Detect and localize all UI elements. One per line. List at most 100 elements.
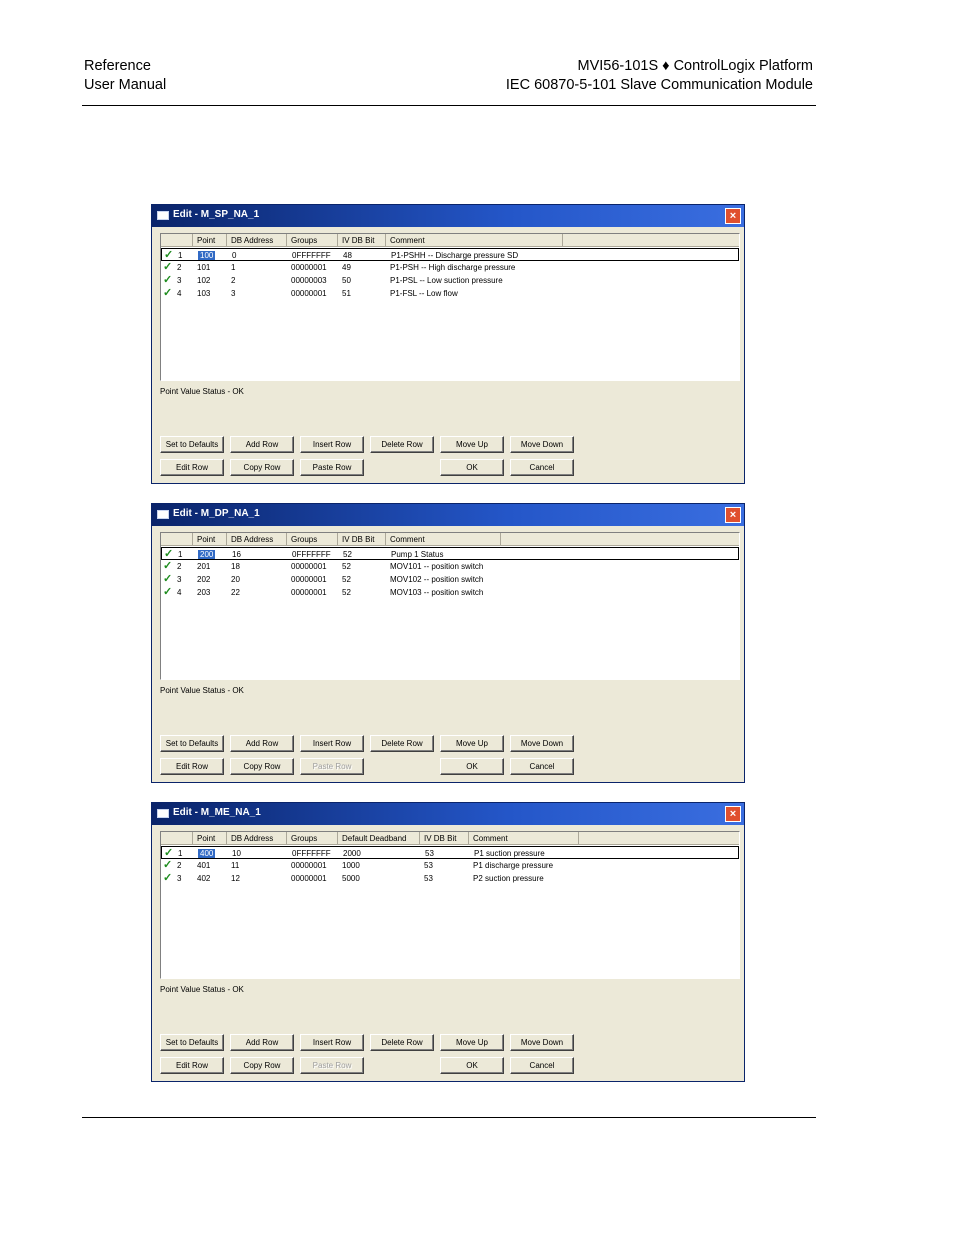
paste-row-button[interactable]: Paste Row: [300, 1057, 364, 1074]
cell-db-address: 1: [231, 263, 236, 272]
move-down-button[interactable]: Move Down: [510, 735, 574, 752]
column-header-point[interactable]: Point: [193, 832, 227, 845]
title-bar[interactable]: Edit - M_DP_NA_1 ×: [152, 504, 744, 526]
add-row-button[interactable]: Add Row: [230, 1034, 294, 1051]
table-row[interactable]: ✓ 1 100 0 0FFFFFFF 48 P1-PSHH -- Dischar…: [161, 248, 739, 261]
edit-dialog-m-dp-na-1: Edit - M_DP_NA_1 × Point DB Address Grou…: [151, 503, 745, 783]
delete-row-button[interactable]: Delete Row: [370, 735, 434, 752]
cell-point: 202: [197, 575, 211, 584]
title-bar[interactable]: Edit - M_SP_NA_1 ×: [152, 205, 744, 227]
cell-point: 203: [197, 588, 211, 597]
column-header-iv-db-bit[interactable]: IV DB Bit: [338, 533, 386, 546]
ok-button[interactable]: OK: [440, 1057, 504, 1074]
column-header-comment[interactable]: Comment: [386, 234, 563, 247]
header-module: IEC 60870-5-101 Slave Communication Modu…: [505, 77, 813, 93]
table-row[interactable]: ✓ 3 102 2 00000003 50 P1-PSL -- Low suct…: [161, 274, 739, 287]
cell-default-deadband: 5000: [342, 874, 360, 883]
points-list[interactable]: Point DB Address Groups IV DB Bit Commen…: [160, 233, 740, 381]
table-row[interactable]: ✓ 2 201 18 00000001 52 MOV101 -- positio…: [161, 560, 739, 573]
copy-row-button[interactable]: Copy Row: [230, 1057, 294, 1074]
close-icon[interactable]: ×: [725, 208, 741, 224]
column-header-comment[interactable]: Comment: [386, 533, 501, 546]
cell-db-address: 18: [231, 562, 240, 571]
add-row-button[interactable]: Add Row: [230, 735, 294, 752]
points-list[interactable]: Point DB Address Groups IV DB Bit Commen…: [160, 532, 740, 680]
row-number: 4: [177, 588, 182, 597]
table-row[interactable]: ✓ 1 400 10 0FFFFFFF 2000 53 P1 suction p…: [161, 846, 739, 859]
window-icon: [157, 211, 169, 220]
cell-db-address: 3: [231, 289, 236, 298]
cancel-button[interactable]: Cancel: [510, 758, 574, 775]
table-row[interactable]: ✓ 4 103 3 00000001 51 P1-FSL -- Low flow: [161, 287, 739, 300]
add-row-button[interactable]: Add Row: [230, 436, 294, 453]
point-value-status: Point Value Status - OK: [160, 985, 244, 994]
paste-row-button[interactable]: Paste Row: [300, 459, 364, 476]
column-header-filler: [579, 832, 739, 845]
column-header-row[interactable]: [161, 234, 193, 247]
move-up-button[interactable]: Move Up: [440, 735, 504, 752]
copy-row-button[interactable]: Copy Row: [230, 459, 294, 476]
checkmark-icon: ✓: [163, 573, 173, 585]
cancel-button[interactable]: Cancel: [510, 459, 574, 476]
column-header-db-address[interactable]: DB Address: [227, 832, 287, 845]
checkmark-icon: ✓: [163, 560, 173, 572]
move-up-button[interactable]: Move Up: [440, 1034, 504, 1051]
title-bar[interactable]: Edit - M_ME_NA_1 ×: [152, 803, 744, 825]
points-list[interactable]: Point DB Address Groups Default Deadband…: [160, 831, 740, 979]
column-header-groups[interactable]: Groups: [287, 234, 338, 247]
cell-point: 101: [197, 263, 211, 272]
edit-row-button[interactable]: Edit Row: [160, 758, 224, 775]
cell-comment: MOV103 -- position switch: [390, 588, 484, 597]
close-icon[interactable]: ×: [725, 507, 741, 523]
ok-button[interactable]: OK: [440, 758, 504, 775]
column-header-groups[interactable]: Groups: [287, 533, 338, 546]
column-header-db-address[interactable]: DB Address: [227, 533, 287, 546]
checkmark-icon: ✓: [163, 287, 173, 299]
column-header-iv-db-bit[interactable]: IV DB Bit: [420, 832, 469, 845]
cell-point: 103: [197, 289, 211, 298]
edit-row-button[interactable]: Edit Row: [160, 459, 224, 476]
row-number: 3: [177, 874, 182, 883]
column-header-db-address[interactable]: DB Address: [227, 234, 287, 247]
insert-row-button[interactable]: Insert Row: [300, 436, 364, 453]
insert-row-button[interactable]: Insert Row: [300, 735, 364, 752]
checkmark-icon: ✓: [163, 274, 173, 286]
column-header-point[interactable]: Point: [193, 234, 227, 247]
cell-db-address: 12: [231, 874, 240, 883]
set-to-defaults-button[interactable]: Set to Defaults: [160, 436, 224, 453]
column-header-iv-db-bit[interactable]: IV DB Bit: [338, 234, 386, 247]
move-down-button[interactable]: Move Down: [510, 1034, 574, 1051]
column-header-point[interactable]: Point: [193, 533, 227, 546]
move-up-button[interactable]: Move Up: [440, 436, 504, 453]
table-row[interactable]: ✓ 3 402 12 00000001 5000 53 P2 suction p…: [161, 872, 739, 885]
move-down-button[interactable]: Move Down: [510, 436, 574, 453]
column-header-groups[interactable]: Groups: [287, 832, 338, 845]
point-value-status: Point Value Status - OK: [160, 387, 244, 396]
header-rule: [82, 105, 816, 106]
column-header-default-deadband[interactable]: Default Deadband: [338, 832, 420, 845]
column-header-comment[interactable]: Comment: [469, 832, 579, 845]
insert-row-button[interactable]: Insert Row: [300, 1034, 364, 1051]
table-row[interactable]: ✓ 1 200 16 0FFFFFFF 52 Pump 1 Status: [161, 547, 739, 560]
set-to-defaults-button[interactable]: Set to Defaults: [160, 1034, 224, 1051]
delete-row-button[interactable]: Delete Row: [370, 436, 434, 453]
cancel-button[interactable]: Cancel: [510, 1057, 574, 1074]
column-header-row[interactable]: [161, 832, 193, 845]
edit-dialog-m-me-na-1: Edit - M_ME_NA_1 × Point DB Address Grou…: [151, 802, 745, 1082]
table-row[interactable]: ✓ 3 202 20 00000001 52 MOV102 -- positio…: [161, 573, 739, 586]
cell-groups: 00000001: [291, 575, 327, 584]
checkmark-icon: ✓: [163, 586, 173, 598]
table-row[interactable]: ✓ 2 101 1 00000001 49 P1-PSH -- High dis…: [161, 261, 739, 274]
ok-button[interactable]: OK: [440, 459, 504, 476]
cell-db-address: 22: [231, 588, 240, 597]
copy-row-button[interactable]: Copy Row: [230, 758, 294, 775]
close-icon[interactable]: ×: [725, 806, 741, 822]
dialog-title: Edit - M_ME_NA_1: [173, 807, 261, 818]
table-row[interactable]: ✓ 2 401 11 00000001 1000 53 P1 discharge…: [161, 859, 739, 872]
set-to-defaults-button[interactable]: Set to Defaults: [160, 735, 224, 752]
edit-row-button[interactable]: Edit Row: [160, 1057, 224, 1074]
paste-row-button[interactable]: Paste Row: [300, 758, 364, 775]
delete-row-button[interactable]: Delete Row: [370, 1034, 434, 1051]
column-header-row[interactable]: [161, 533, 193, 546]
table-row[interactable]: ✓ 4 203 22 00000001 52 MOV103 -- positio…: [161, 586, 739, 599]
